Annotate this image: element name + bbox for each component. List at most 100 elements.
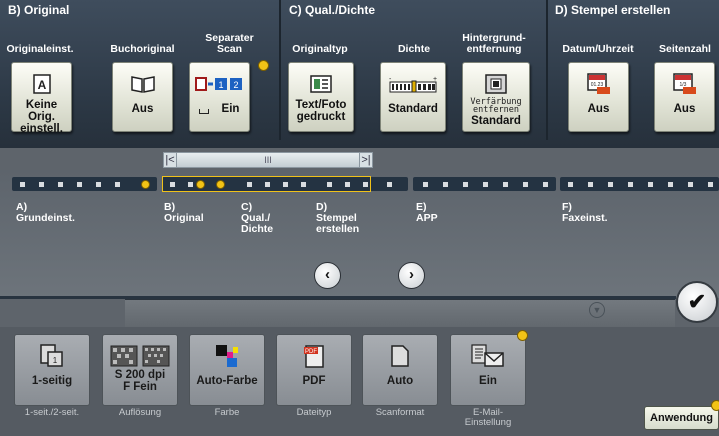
section-divider — [279, 0, 281, 140]
color-label: Farbe — [214, 407, 240, 418]
separate-scan-button[interactable]: 12 Ein — [189, 62, 250, 132]
nav-label-stamp[interactable]: D) Stempel erstellen — [316, 202, 359, 235]
svg-text:1: 1 — [53, 356, 58, 365]
svg-text:2: 2 — [233, 80, 238, 90]
document-a-icon: A — [12, 73, 71, 95]
nav-dot — [588, 182, 593, 187]
nav-dot — [463, 182, 468, 187]
scan-format-value: Auto — [386, 375, 414, 387]
separate-scan-value: Ein — [221, 103, 240, 115]
date-time-button[interactable]: 01.23 Aus — [568, 62, 629, 132]
next-page-button[interactable]: › — [398, 262, 425, 289]
nav-dot — [443, 182, 448, 187]
email-settings-value: Ein — [479, 375, 497, 387]
file-type-value: PDF — [302, 375, 326, 387]
date-time-value: Aus — [587, 103, 610, 115]
original-type-value: Text/Foto gedruckt — [295, 99, 347, 123]
resolution-label: Auflösung — [118, 407, 162, 418]
nav-dot — [77, 182, 82, 187]
section-c-title: C) Qual./Dichte — [289, 3, 376, 17]
section-divider — [546, 0, 548, 140]
nav-track-f[interactable] — [560, 177, 719, 191]
text-photo-icon — [289, 73, 353, 95]
resolution-value: S 200 dpi F Fein — [114, 369, 166, 393]
nav-label-grundeinst[interactable]: A) Grundeinst. — [16, 202, 75, 224]
page-number-icon: 1/3 — [655, 73, 714, 95]
nav-dot — [688, 182, 693, 187]
resolution-icon — [103, 343, 177, 369]
nav-dot — [503, 182, 508, 187]
section-b-title: B) Original — [8, 3, 70, 17]
col-label-buchorig: Buchoriginal — [110, 43, 175, 55]
density-value: Standard — [388, 103, 438, 115]
nav-label-fax[interactable]: F) Faxeinst. — [562, 202, 608, 224]
email-settings-label: E-Mail- Einstellung — [464, 407, 512, 428]
nav-dot — [708, 182, 713, 187]
nav-dot — [523, 182, 528, 187]
original-settings-button[interactable]: A Keine Orig. einstell. — [11, 62, 72, 135]
nav-dot — [423, 182, 428, 187]
svg-text:1: 1 — [218, 80, 223, 90]
section-d-title: D) Stempel erstellen — [555, 3, 671, 17]
pdf-file-icon: PDF — [277, 343, 351, 369]
resolution-button[interactable]: S 200 dpi F Fein — [102, 334, 178, 406]
col-label-origeinst: Originaleinst. — [6, 43, 74, 55]
confirm-checkmark-button[interactable]: ✔ — [676, 281, 718, 323]
setting-indicator-dot — [711, 400, 719, 411]
scroll-thumb[interactable]: III — [178, 154, 358, 166]
original-type-button[interactable]: Text/Foto gedruckt — [288, 62, 354, 132]
duplex-value: 1-seitig — [31, 375, 73, 387]
nav-label-quality[interactable]: C) Qual./ Dichte — [241, 202, 273, 235]
setting-indicator-dot — [258, 60, 269, 71]
scroll-left-icon[interactable]: |< — [163, 152, 177, 168]
nav-label-app[interactable]: E) APP — [416, 202, 438, 224]
email-icon — [451, 343, 525, 369]
col-label-origtyp: Originaltyp — [292, 43, 348, 55]
email-settings-button[interactable]: Ein — [450, 334, 526, 406]
nav-dot — [39, 182, 44, 187]
color-mode-icon — [190, 343, 264, 369]
scan-format-button[interactable]: Auto — [362, 334, 438, 406]
background-removal-icon — [463, 73, 529, 95]
setting-indicator-dot — [517, 330, 528, 341]
original-settings-value: Keine Orig. einstell. — [20, 99, 63, 135]
page-icon — [363, 343, 437, 369]
svg-text:PDF: PDF — [305, 349, 317, 355]
density-button[interactable]: - + Standard — [380, 62, 446, 132]
background-removal-value: Standard — [471, 115, 521, 127]
single-sided-icon: 1 — [15, 343, 89, 369]
col-label-datum: Datum/Uhrzeit — [562, 43, 634, 55]
file-type-button[interactable]: PDF PDF — [276, 334, 352, 406]
density-scale-icon: - + — [381, 73, 445, 95]
nav-track-a[interactable] — [12, 177, 157, 191]
col-label-hintergrund: Hintergrund- entfernung — [462, 32, 526, 55]
nav-dot — [115, 182, 120, 187]
nav-dot — [568, 182, 573, 187]
nav-position-marker — [141, 180, 150, 189]
duplex-button[interactable]: 1 1-seitig — [14, 334, 90, 406]
col-label-separater: Separater Scan — [205, 32, 254, 55]
nav-dot — [543, 182, 548, 187]
col-label-seitenzahl: Seitenzahl — [659, 43, 711, 55]
chevron-down-icon[interactable]: ▼ — [589, 302, 605, 318]
nav-label-original[interactable]: B) Original — [164, 202, 204, 224]
nav-track-e[interactable] — [413, 177, 556, 191]
tray-icon — [199, 109, 209, 114]
previous-page-button[interactable]: ‹ — [314, 262, 341, 289]
page-number-value: Aus — [673, 103, 696, 115]
apply-button[interactable]: Anwendung — [644, 406, 719, 430]
nav-dot — [648, 182, 653, 187]
color-button[interactable]: Auto-Farbe — [189, 334, 265, 406]
file-type-label: Dateityp — [296, 407, 332, 418]
svg-text:A: A — [37, 78, 46, 92]
nav-dot — [387, 182, 392, 187]
horizontal-scrollbar[interactable]: |< III >| — [163, 152, 373, 168]
book-icon — [113, 73, 172, 95]
nav-dot — [20, 182, 25, 187]
page-number-button[interactable]: 1/3 Aus — [654, 62, 715, 132]
background-removal-button[interactable]: Verfärbung entfernen Standard — [462, 62, 530, 132]
current-view-frame — [162, 176, 371, 192]
scroll-right-icon[interactable]: >| — [359, 152, 373, 168]
book-original-button[interactable]: Aus — [112, 62, 173, 132]
background-removal-mode: Verfärbung entfernen — [470, 97, 522, 115]
